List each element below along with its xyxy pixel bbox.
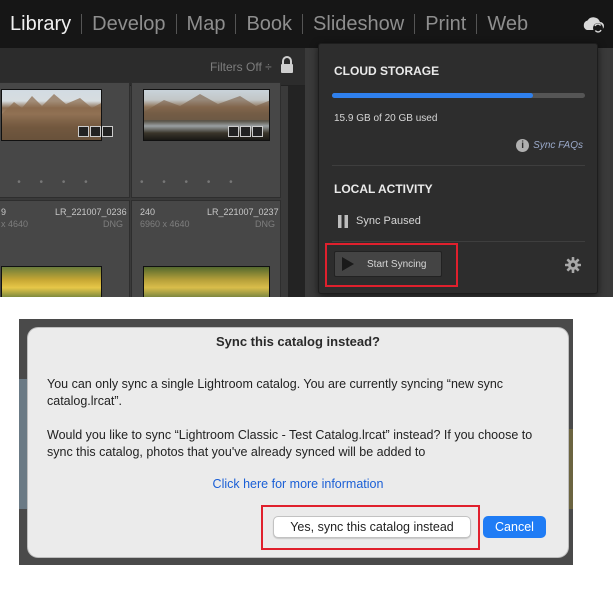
start-syncing-button[interactable]: Start Syncing <box>334 251 442 277</box>
storage-usage-text: 15.9 GB of 20 GB used <box>334 113 438 124</box>
grid-cell[interactable]: 9 LR_221007_0236 x 4640 DNG <box>0 200 130 297</box>
keyword-icon <box>78 126 89 137</box>
storage-progress-bar <box>332 93 585 98</box>
keyword-icon <box>228 126 239 137</box>
storage-progress-fill <box>332 93 534 98</box>
cloud-sync-icon[interactable] <box>581 13 605 35</box>
module-slideshow[interactable]: Slideshow <box>303 0 414 48</box>
comment-icon <box>240 126 251 137</box>
thumbnail-badges <box>228 126 263 137</box>
grid-cell[interactable]: • • • • • <box>0 82 130 198</box>
crop-icon <box>102 126 113 137</box>
module-map[interactable]: Map <box>177 0 236 48</box>
rating-dots: • • • • • <box>0 177 96 188</box>
sync-catalog-dialog: Sync this catalog instead? You can only … <box>28 328 568 557</box>
rating-dots: • • • • • <box>140 177 241 188</box>
dialog-paragraph: Would you like to sync “Lightroom Classi… <box>47 428 533 459</box>
module-web[interactable]: Web <box>477 0 538 48</box>
dialog-title: Sync this catalog instead? <box>216 334 380 349</box>
cloud-storage-heading: CLOUD STORAGE <box>334 64 440 78</box>
cell-filename: LR_221007_0236 <box>55 207 127 217</box>
screenshot-root: Library Develop Map Book Slideshow Print… <box>0 0 613 594</box>
module-book[interactable]: Book <box>236 0 302 48</box>
divider <box>332 241 585 242</box>
dialog-paragraph: You can only sync a single Lightroom cat… <box>47 377 504 408</box>
crop-icon <box>252 126 263 137</box>
confirm-sync-button[interactable]: Yes, sync this catalog instead <box>273 516 471 538</box>
cell-filename: LR_221007_0237 <box>207 207 279 217</box>
photo-thumbnail[interactable] <box>1 266 102 297</box>
grid-scrollbar[interactable] <box>288 86 305 297</box>
sync-status-text: Sync Paused <box>356 215 421 227</box>
sync-faq-label: Sync FAQs <box>533 140 583 151</box>
cell-dimensions: 6960 x 4640 <box>140 219 190 229</box>
lock-icon[interactable] <box>279 55 295 75</box>
start-syncing-label: Start Syncing <box>367 258 427 270</box>
cloud-sync-panel: CLOUD STORAGE 15.9 GB of 20 GB used i Sy… <box>318 43 598 294</box>
local-activity-heading: LOCAL ACTIVITY <box>334 182 433 196</box>
photo-grid: • • • • • • • • • • 9 LR_221007_0236 x 4… <box>0 82 288 297</box>
module-library[interactable]: Library <box>0 0 81 48</box>
gear-icon[interactable] <box>565 257 581 273</box>
grid-cell[interactable]: • • • • • <box>131 82 281 198</box>
module-develop[interactable]: Develop <box>82 0 175 48</box>
cell-index: 9 <box>1 207 7 217</box>
sync-faq-link[interactable]: i Sync FAQs <box>516 139 583 152</box>
divider <box>332 165 585 166</box>
cell-filetype: DNG <box>103 219 123 229</box>
photo-thumbnail[interactable] <box>143 266 270 297</box>
cancel-button[interactable]: Cancel <box>483 516 546 538</box>
module-picker: Library Develop Map Book Slideshow Print… <box>0 0 613 48</box>
comment-icon <box>90 126 101 137</box>
thumbnail-badges <box>78 126 113 137</box>
cell-index: 240 <box>140 207 156 217</box>
dialog-message: You can only sync a single Lightroom cat… <box>47 376 552 460</box>
info-icon: i <box>516 139 530 152</box>
module-print[interactable]: Print <box>415 0 476 48</box>
cell-filetype: DNG <box>255 219 275 229</box>
more-information-link[interactable]: Click here for more information <box>28 477 568 491</box>
play-icon <box>342 257 354 271</box>
cell-dimensions: x 4640 <box>1 219 29 229</box>
library-filter-bar: Filters Off ÷ <box>0 48 305 86</box>
filters-dropdown[interactable]: Filters Off ÷ <box>210 60 272 74</box>
lightroom-window: Library Develop Map Book Slideshow Print… <box>0 0 613 297</box>
pause-icon <box>338 215 348 228</box>
grid-cell[interactable]: 240 LR_221007_0237 6960 x 4640 DNG <box>131 200 281 297</box>
